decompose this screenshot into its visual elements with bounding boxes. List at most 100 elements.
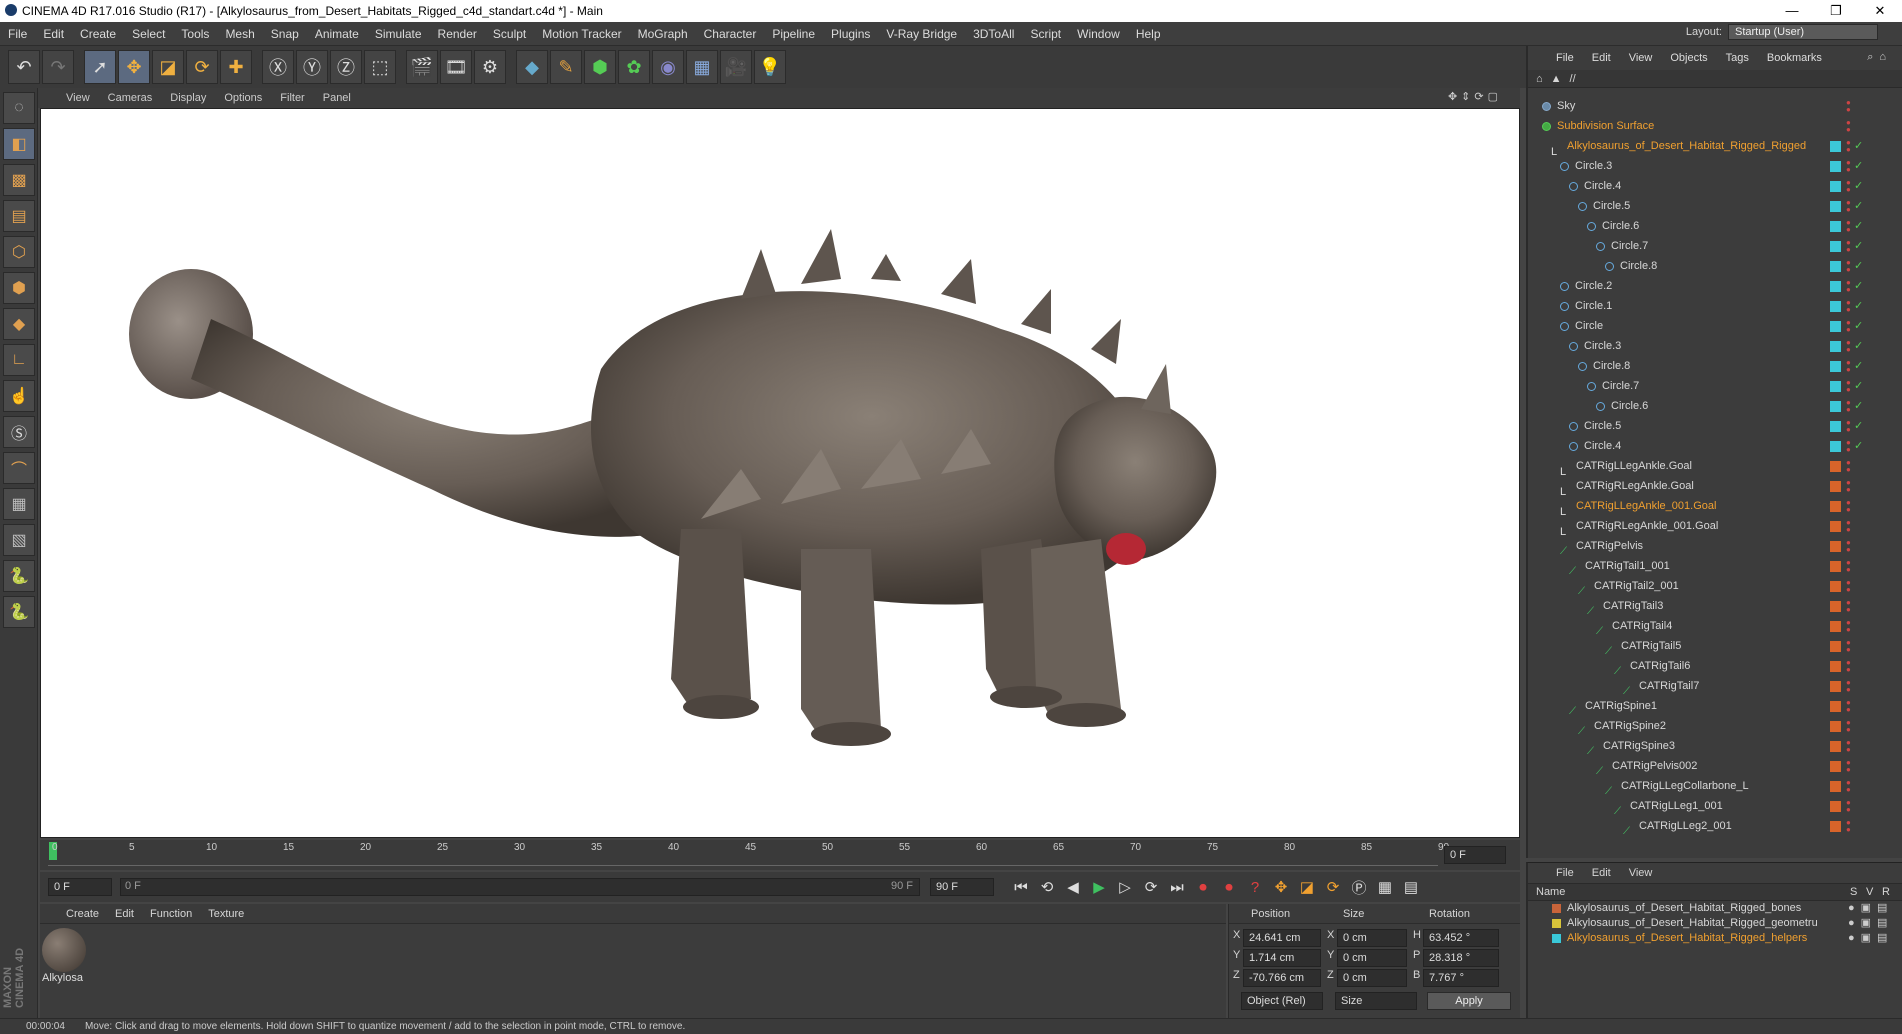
current-frame-field[interactable]: 0 F (1444, 846, 1506, 864)
key-position-icon[interactable]: ✥ (1268, 875, 1294, 899)
texture-mode-icon[interactable]: ▩ (3, 164, 35, 196)
visibility-dots-icon[interactable]: ● ● (1846, 119, 1851, 134)
layer-color-tag[interactable] (1830, 481, 1841, 492)
goto-end-icon[interactable]: ⏭ (1164, 875, 1190, 899)
scale-tool-icon[interactable]: ◪ (152, 50, 184, 84)
position-field[interactable]: 1.714 cm (1243, 949, 1321, 967)
edges-mode-icon[interactable]: ⬢ (3, 272, 35, 304)
rotation-field[interactable]: 63.452 ° (1423, 929, 1499, 947)
mograph-cloner-icon[interactable]: ✿ (618, 50, 650, 84)
object-row[interactable]: Circle.4 ● ● ✓ (1528, 436, 1902, 456)
home-icon[interactable]: ⌂ (1536, 73, 1543, 85)
layer-color-tag[interactable] (1830, 461, 1841, 472)
layer-color-tag[interactable] (1830, 661, 1841, 672)
object-row[interactable]: ⟋ CATRigPelvis002 ● ● (1528, 756, 1902, 777)
visibility-dots-icon[interactable]: ● ● (1846, 799, 1851, 814)
object-row[interactable]: ⟋ CATRigTail2_001 ● ● (1528, 576, 1902, 597)
layer-color-tag[interactable] (1830, 561, 1841, 572)
layer-color-tag[interactable] (1830, 261, 1841, 272)
menu-snap[interactable]: Snap (263, 27, 307, 41)
layer-row[interactable]: Alkylosaurus_of_Desert_Habitat_Rigged_bo… (1528, 901, 1902, 916)
next-frame-icon[interactable]: ▷ (1112, 875, 1138, 899)
object-row[interactable]: ⟋ CATRigTail6 ● ● (1528, 656, 1902, 677)
object-row[interactable]: Circle.6 ● ● ✓ (1528, 216, 1902, 236)
enabled-check-icon[interactable]: ✓ (1854, 176, 1863, 196)
menu-help[interactable]: Help (1128, 27, 1169, 41)
object-row[interactable]: L CATRigLLegAnkle_001.Goal ● ● (1528, 496, 1902, 518)
x-axis-lock-icon[interactable]: Ⓧ (262, 50, 294, 84)
restore-button[interactable]: ❐ (1814, 0, 1858, 22)
menu-select[interactable]: Select (124, 27, 173, 41)
object-row[interactable]: ⟋ CATRigTail4 ● ● (1528, 616, 1902, 637)
visibility-dots-icon[interactable]: ● ● (1846, 499, 1851, 514)
solo-mode-icon[interactable]: Ⓢ (3, 416, 35, 448)
enabled-check-icon[interactable]: ✓ (1854, 376, 1863, 396)
record-icon[interactable]: ⏺ (1190, 875, 1216, 899)
object-row[interactable]: ⟋ CATRigSpine2 ● ● (1528, 716, 1902, 737)
visibility-dots-icon[interactable]: ● ● (1846, 399, 1851, 414)
object-row[interactable]: ⟋ CATRigTail3 ● ● (1528, 596, 1902, 617)
layer-color-tag[interactable] (1830, 201, 1841, 212)
rotate-tool-icon[interactable]: ⟳ (186, 50, 218, 84)
object-row[interactable]: Circle.7 ● ● ✓ (1528, 376, 1902, 396)
undo-icon[interactable]: ↶ (8, 50, 40, 84)
om-menu-view[interactable]: View (1629, 52, 1653, 64)
menu-3dtoall[interactable]: 3DToAll (965, 27, 1022, 41)
object-row[interactable]: ⟋ CATRigSpine1 ● ● (1528, 696, 1902, 717)
tweak-mode-icon[interactable]: ☝ (3, 380, 35, 412)
visibility-dots-icon[interactable]: ● ● (1846, 779, 1851, 794)
layer-color-tag[interactable] (1830, 341, 1841, 352)
visibility-dots-icon[interactable]: ● ● (1846, 679, 1851, 694)
layer-color-tag[interactable] (1830, 721, 1841, 732)
enabled-check-icon[interactable]: ✓ (1854, 336, 1863, 356)
object-row[interactable]: L CATRigRLegAnkle_001.Goal ● ● (1528, 516, 1902, 538)
layer-color-tag[interactable] (1830, 321, 1841, 332)
cube-primitive-icon[interactable]: ◆ (516, 50, 548, 84)
object-row[interactable]: L Alkylosaurus_of_Desert_Habitat_Rigged_R… (1528, 136, 1902, 158)
apply-button[interactable]: Apply (1427, 992, 1511, 1010)
layer-color-tag[interactable] (1830, 421, 1841, 432)
pen-spline-icon[interactable]: ✎ (550, 50, 582, 84)
snap-icon[interactable]: ⌒ (3, 452, 35, 484)
enabled-check-icon[interactable]: ✓ (1854, 416, 1863, 436)
visibility-dots-icon[interactable]: ● ● (1846, 139, 1851, 154)
layer-menu-file[interactable]: File (1556, 867, 1574, 879)
material-menu-texture[interactable]: Texture (208, 908, 244, 920)
viewport-menu-cameras[interactable]: Cameras (108, 92, 153, 104)
layer-color-tag[interactable] (1830, 701, 1841, 712)
visibility-dots-icon[interactable]: ● ● (1846, 659, 1851, 674)
autokey-icon[interactable]: ⏺ (1216, 875, 1242, 899)
layer-color-tag[interactable] (1830, 781, 1841, 792)
object-row[interactable]: L CATRigRLegAnkle.Goal ● ● (1528, 476, 1902, 498)
object-row[interactable]: Circle.4 ● ● ✓ (1528, 176, 1902, 196)
visibility-dots-icon[interactable]: ● ● (1846, 259, 1851, 274)
menu-character[interactable]: Character (696, 27, 765, 41)
layer-color-tag[interactable] (1830, 281, 1841, 292)
om-menu-edit[interactable]: Edit (1592, 52, 1611, 64)
om-search-icon[interactable]: ⌕⌂ (1867, 51, 1892, 64)
live-selection-icon[interactable]: ➚ (84, 50, 116, 84)
axis-mode-icon[interactable]: ∟ (3, 344, 35, 376)
visibility-dots-icon[interactable]: ● ● (1846, 299, 1851, 314)
transform-tool-icon[interactable]: ✚ (220, 50, 252, 84)
om-menu-file[interactable]: File (1556, 52, 1574, 64)
layer-menu-view[interactable]: View (1629, 867, 1653, 879)
viewport-nav-icons[interactable]: ✥⇕⟳▢ (1448, 90, 1502, 103)
menu-mesh[interactable]: Mesh (217, 27, 262, 41)
menu-script[interactable]: Script (1022, 27, 1069, 41)
layer-color-tag[interactable] (1830, 801, 1841, 812)
viewport-menu-options[interactable]: Options (224, 92, 262, 104)
end-frame-field[interactable]: 90 F (930, 878, 994, 896)
layer-row[interactable]: Alkylosaurus_of_Desert_Habitat_Rigged_he… (1528, 931, 1902, 946)
timeline-ruler[interactable]: 051015202530354045505560657075808590 0 F (40, 840, 1520, 870)
menu-tools[interactable]: Tools (173, 27, 217, 41)
key-parameter-icon[interactable]: Ⓟ (1346, 875, 1372, 899)
object-row[interactable]: Circle.2 ● ● ✓ (1528, 276, 1902, 296)
layer-color-swatch[interactable] (1552, 933, 1561, 943)
size-field[interactable]: 0 cm (1337, 949, 1407, 967)
visibility-dots-icon[interactable]: ● ● (1846, 419, 1851, 434)
visibility-dots-icon[interactable]: ● ● (1846, 199, 1851, 214)
menu-mograph[interactable]: MoGraph (630, 27, 696, 41)
layer-color-tag[interactable] (1830, 641, 1841, 652)
move-tool-icon[interactable]: ✥ (118, 50, 150, 84)
